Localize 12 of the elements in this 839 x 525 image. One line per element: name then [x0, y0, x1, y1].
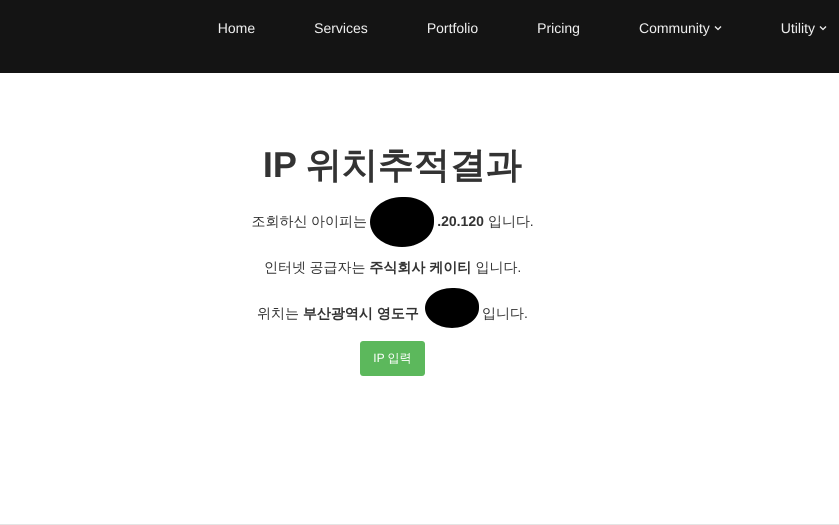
nav-link[interactable]: Community: [638, 0, 722, 56]
nav-link[interactable]: Pricing: [537, 0, 580, 56]
nav-link[interactable]: Home: [218, 0, 256, 56]
nav-link[interactable]: Services: [314, 0, 368, 56]
nav-link[interactable]: Utility: [780, 0, 827, 56]
result-text: 인터넷 공급자는 주식회사 케이티 입니다.: [264, 259, 522, 277]
nav-link[interactable]: Portfolio: [426, 0, 478, 56]
result-text: 입니다.: [482, 305, 528, 323]
result-text: 위치는 부산광역시 영도구: [257, 305, 419, 323]
result-text: .20.120 입니다.: [437, 213, 534, 231]
result-text: 조회하신 아이피는: [251, 213, 368, 231]
page-title: IP 위치추적결과: [262, 143, 522, 187]
